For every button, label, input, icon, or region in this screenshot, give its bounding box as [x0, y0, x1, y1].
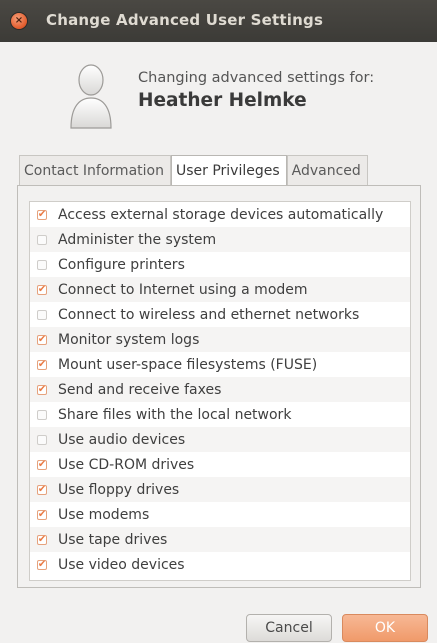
privilege-label: Use audio devices — [58, 431, 186, 448]
privilege-checkbox[interactable]: ✔ — [37, 484, 47, 495]
privilege-checkbox[interactable]: ✔ — [37, 334, 47, 345]
privilege-checkbox[interactable] — [37, 434, 47, 445]
privilege-label: Monitor system logs — [58, 331, 200, 348]
header-caption: Changing advanced settings for: — [138, 70, 375, 86]
privilege-label: Administer the system — [58, 231, 217, 248]
privilege-checkbox[interactable] — [37, 259, 47, 270]
privilege-label: Connect to Internet using a modem — [58, 281, 308, 298]
privilege-label: Use video devices — [58, 556, 185, 573]
privilege-row[interactable]: Use audio devices — [30, 427, 410, 452]
privilege-checkbox[interactable]: ✔ — [37, 459, 47, 470]
privilege-row[interactable]: ✔ Use CD-ROM drives — [30, 452, 410, 477]
privilege-checkbox[interactable]: ✔ — [37, 559, 47, 570]
privilege-row[interactable]: Connect to wireless and ethernet network… — [30, 302, 410, 327]
privilege-checkbox[interactable] — [37, 309, 47, 320]
privilege-checkbox[interactable]: ✔ — [37, 509, 47, 520]
privilege-row[interactable]: ✔ Use modems — [30, 502, 410, 527]
user-avatar-icon — [70, 64, 112, 129]
privilege-row[interactable]: ✔ Use floppy drives — [30, 477, 410, 502]
privilege-label: Connect to wireless and ethernet network… — [58, 306, 360, 323]
privilege-checkbox[interactable]: ✔ — [37, 284, 47, 295]
privilege-label: Use modems — [58, 506, 150, 523]
window-title: Change Advanced User Settings — [46, 11, 324, 29]
privilege-checkbox[interactable]: ✔ — [37, 534, 47, 545]
privilege-row[interactable]: Share files with the local network — [30, 402, 410, 427]
privilege-row[interactable]: ✔ Mount user-space filesystems (FUSE) — [30, 352, 410, 377]
privilege-row[interactable]: ✔ Access external storage devices automat… — [30, 202, 410, 227]
window-titlebar: × Change Advanced User Settings — [0, 0, 437, 42]
privilege-row[interactable]: Configure printers — [30, 252, 410, 277]
privilege-checkbox[interactable]: ✔ — [37, 384, 47, 395]
privilege-label: Access external storage devices automati… — [58, 206, 384, 223]
tab-contact-information[interactable]: Contact Information — [19, 155, 171, 186]
privilege-label: Configure printers — [58, 256, 185, 273]
ok-button[interactable]: OK — [342, 614, 428, 642]
privilege-label: Use tape drives — [58, 531, 168, 548]
privilege-checkbox[interactable] — [37, 234, 47, 245]
privilege-label: Use CD-ROM drives — [58, 456, 195, 473]
privilege-label: Send and receive faxes — [58, 381, 222, 398]
privilege-row[interactable]: ✔ Use video devices — [30, 552, 410, 577]
dialog-body: Changing advanced settings for: Heather … — [0, 42, 437, 643]
privilege-row[interactable]: ✔ Send and receive faxes — [30, 377, 410, 402]
privilege-row[interactable]: ✔ Use tape drives — [30, 527, 410, 552]
privilege-checkbox[interactable]: ✔ — [37, 209, 47, 220]
tab-bar: Contact Information User Privileges Adva… — [19, 155, 368, 186]
tab-panel-user-privileges: ✔ Access external storage devices automat… — [17, 185, 421, 588]
privileges-list: ✔ Access external storage devices automat… — [29, 201, 411, 581]
privilege-row[interactable]: Administer the system — [30, 227, 410, 252]
close-icon[interactable]: × — [11, 13, 27, 29]
user-name: Heather Helmke — [138, 90, 307, 111]
privilege-checkbox[interactable] — [37, 409, 47, 420]
tab-user-privileges[interactable]: User Privileges — [170, 155, 287, 186]
privilege-row[interactable]: ✔ Monitor system logs — [30, 327, 410, 352]
privilege-label: Use floppy drives — [58, 481, 180, 498]
dialog-header: Changing advanced settings for: Heather … — [0, 42, 437, 152]
privilege-row[interactable]: ✔ Connect to Internet using a modem — [30, 277, 410, 302]
privilege-checkbox[interactable]: ✔ — [37, 359, 47, 370]
privilege-label: Mount user-space filesystems (FUSE) — [58, 356, 318, 373]
cancel-button[interactable]: Cancel — [246, 614, 332, 642]
privilege-label: Share files with the local network — [58, 406, 292, 423]
tab-advanced[interactable]: Advanced — [286, 155, 368, 186]
